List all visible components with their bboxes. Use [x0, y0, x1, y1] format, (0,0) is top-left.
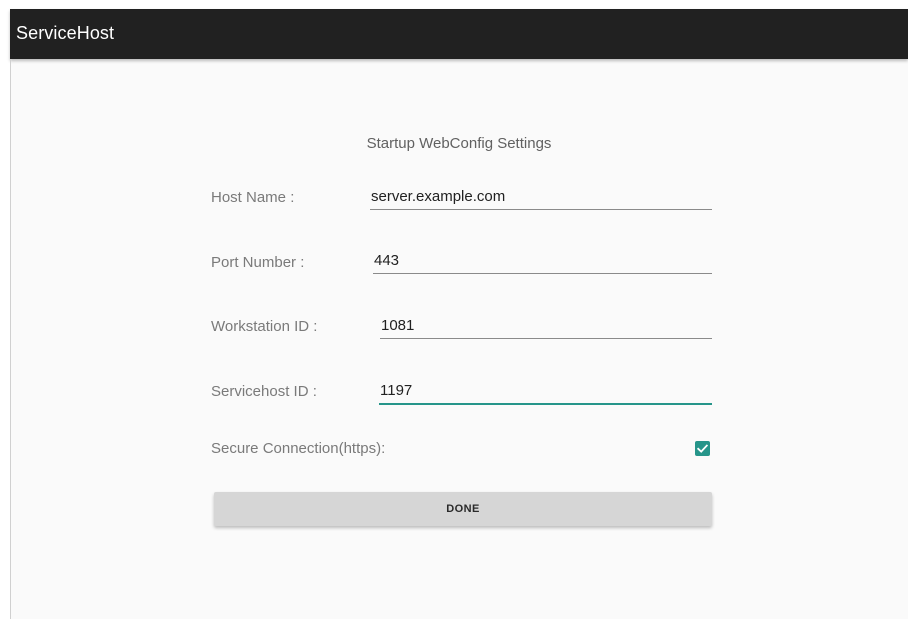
checkmark-icon	[696, 444, 709, 453]
form-heading: Startup WebConfig Settings	[366, 135, 552, 152]
workstation-id-value: 1081	[381, 317, 415, 334]
port-number-label: Port Number :	[211, 254, 305, 271]
secure-connection-checkbox[interactable]	[695, 441, 710, 456]
host-name-field[interactable]: server.example.com	[370, 183, 712, 210]
host-name-label: Host Name :	[211, 189, 295, 206]
servicehost-id-value: 1197	[380, 382, 413, 399]
app-bar: ServiceHost	[10, 9, 908, 59]
done-button[interactable]: DONE	[214, 492, 712, 526]
servicehost-id-label: Servicehost ID :	[211, 383, 317, 400]
servicehost-id-field[interactable]: 1197	[379, 377, 712, 405]
workstation-id-label: Workstation ID :	[211, 318, 318, 335]
host-name-value: server.example.com	[371, 188, 506, 205]
app-window: ServiceHost Startup WebConfig Settings H…	[10, 9, 908, 619]
secure-connection-label: Secure Connection(https):	[211, 440, 386, 457]
port-number-value: 443	[374, 252, 400, 269]
app-title: ServiceHost	[16, 23, 115, 43]
workstation-id-field[interactable]: 1081	[380, 312, 712, 339]
port-number-field[interactable]: 443	[373, 247, 712, 274]
